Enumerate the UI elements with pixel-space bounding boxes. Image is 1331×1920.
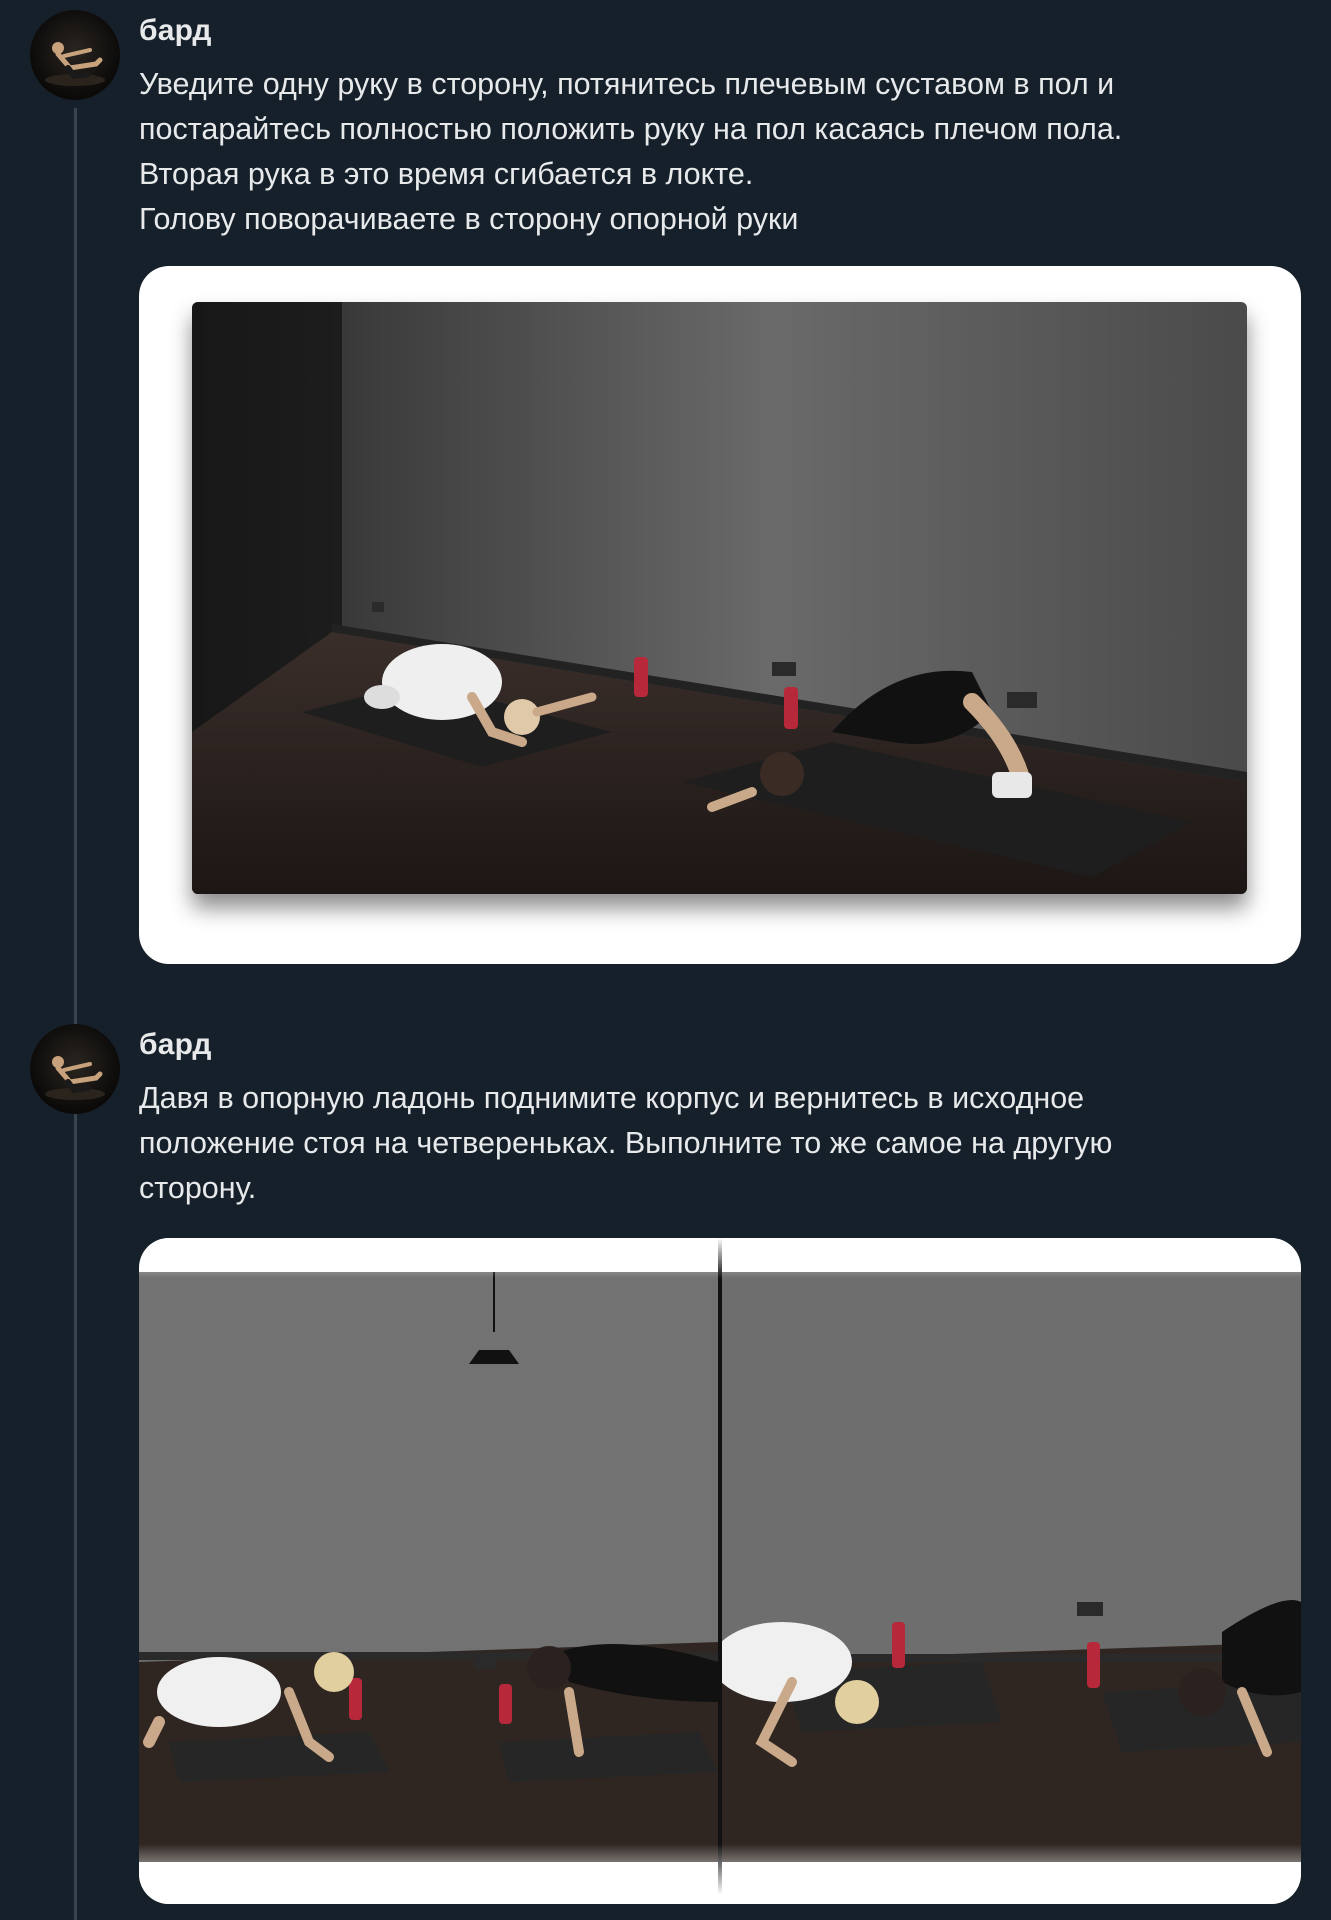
avatar-icon [45,42,105,86]
media-card[interactable] [139,266,1301,964]
avatar[interactable] [30,10,120,100]
avatar-icon [45,1056,105,1100]
thread-line [74,108,77,1920]
photo-divider [718,1238,722,1904]
exercise-photo-right[interactable] [722,1272,1301,1862]
tweet-line: Уведите одну руку в сторону, потянитесь … [139,67,1115,101]
tweet-line: Голову поворачиваете в сторону опорной р… [139,202,799,236]
exercise-photo[interactable] [192,302,1247,894]
tweet-line: Давя в опорную ладонь поднимите корпус и… [139,1081,1085,1115]
photo-fade [139,1238,1301,1278]
tweet-line: положение стоя на четвереньках. Выполнит… [139,1126,1113,1160]
tweet-line: Вторая рука в это время сгибается в локт… [139,157,754,191]
photo-fade [139,1844,1301,1904]
author-name[interactable]: бард [139,1028,212,1062]
exercise-photo-left[interactable] [139,1272,718,1862]
author-name[interactable]: бард [139,14,212,48]
tweet-text: Давя в опорную ладонь поднимите корпус и… [139,1076,1309,1211]
avatar[interactable] [30,1024,120,1114]
media-card[interactable] [139,1238,1301,1904]
tweet-line: постарайтесь полностью положить руку на … [139,112,1123,146]
tweet-line: сторону. [139,1171,257,1205]
tweet-text: Уведите одну руку в сторону, потянитесь … [139,62,1309,242]
